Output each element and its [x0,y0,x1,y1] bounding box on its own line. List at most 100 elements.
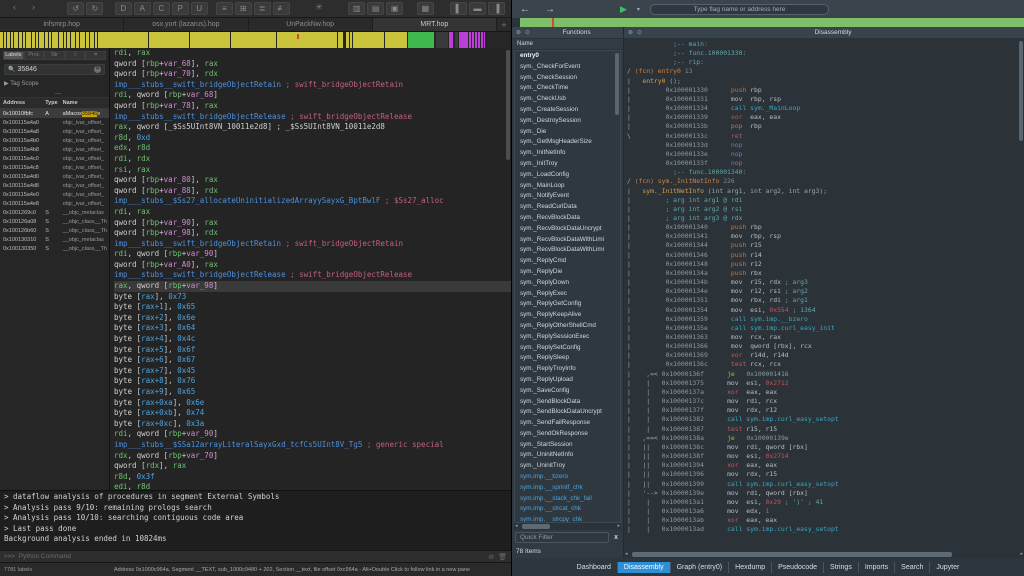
disasm-line[interactable]: byte [rax+0xc], 0x3a [114,419,511,430]
r2-disasm-line[interactable]: | || 0x100001394 xor eax, eax [624,461,1024,470]
r2-disassembly-hscrollbar[interactable]: ◂ ▸ [624,551,1024,558]
function-list-item[interactable]: sym._ReplyCmd [515,256,620,267]
functions-list[interactable]: entry0sym._CheckForEventsym._CheckSessio… [514,50,621,523]
sidebar-segment-proc[interactable]: Proc [24,51,45,60]
function-list-item[interactable]: sym.imp.__stack_chk_fail [515,494,620,505]
disasm-line[interactable]: byte [rax+9], 0x65 [114,387,511,398]
disasm-line[interactable]: qword [rbp+var_68], rax [114,59,511,70]
r2-tab-disassembly[interactable]: Disassembly [617,562,670,573]
r2-disasm-line[interactable]: 0x10000133d nop [624,141,1024,150]
col-header-type[interactable]: Type [42,98,59,109]
function-list-item[interactable]: sym._SendOkResponse [515,429,620,440]
tag-scope-disclosure[interactable]: ▶ Tag Scope [0,77,109,90]
layout-icon-1[interactable]: ▥ [348,2,365,15]
r2-disasm-line[interactable]: | | 0x100001387 test r15, r15 [624,425,1024,434]
disasm-line[interactable]: imp___stubs__$Ss27_allocateUninitialized… [114,196,511,207]
hscroll-left-icon[interactable]: ◂ [515,523,518,529]
sidebar-segment-str[interactable]: Str [44,51,65,60]
disasm-line[interactable]: rsi, rax [114,165,511,176]
r2-disasm-line[interactable]: | 0x100001354 mov esi, 0x554 ; 1364 [624,306,1024,315]
table-row[interactable]: 0x100126a08S__objc_class__Th [0,217,109,226]
r2-disasm-line[interactable]: | 0x10000134a push rbx [624,269,1024,278]
table-row[interactable]: 0x100115a4a0objc_ivar_offset_ [0,118,109,127]
r2-disasm-line[interactable]: ;-- func.100001330: [624,49,1024,58]
function-list-item[interactable]: sym._ReplyKeepAlive [515,310,620,321]
col-header-name[interactable]: Name [60,98,109,109]
function-list-item[interactable]: sym._SendBlockData [515,397,620,408]
function-list-item[interactable]: sym._CheckTime [515,83,620,94]
search-input[interactable]: 35846 [17,66,92,73]
python-command-input[interactable]: Python Command [19,553,484,560]
float-icon[interactable]: ⊙ [637,29,643,36]
disasm-line[interactable]: qword [rbp+var_88], rdx [114,186,511,197]
nav-forward-button[interactable]: › [25,2,42,15]
r2-disasm-line[interactable]: | || 0x10000138f mov esi, 0x2714 [624,452,1024,461]
hscroll-thumb[interactable] [632,552,952,557]
r2-disasm-line[interactable]: | ; arg int arg2 @ rsi [624,205,1024,214]
python-command-bar[interactable]: >>> Python Command ⊘ 🗑 [0,550,511,562]
r2-disasm-line[interactable]: | 0x100001369 xor r14d, r14d [624,351,1024,360]
r2-disasm-line[interactable]: | sym._InitNetInfo (int arg1, int arg2, … [624,187,1024,196]
hopper-tab-0[interactable]: infsmrp.hop [0,18,124,31]
disasm-line[interactable]: rax, qword [rbp+var_98] [114,281,511,292]
function-list-item[interactable]: sym._RecvBlockData [515,213,620,224]
function-list-item[interactable]: sym._ReplySessionExec [515,332,620,343]
function-list-item[interactable]: sym.imp.__strcpy_chk [515,515,620,523]
functions-column-header[interactable]: Name [512,39,623,50]
view-icon-3[interactable]: ≣ [254,2,271,15]
table-row[interactable]: 0x1001269c0S__objc_metaclas [0,208,109,217]
disasm-line[interactable]: rdi, qword [rbp+var_68] [114,90,511,101]
r2-disasm-line[interactable]: | || 0x100001399 call sym.imp.curl_easy_… [624,480,1024,489]
r2-disasm-line[interactable]: | | 0x10000137c mov rdi, rcx [624,397,1024,406]
nav-back-button[interactable]: ‹ [6,2,23,15]
r2-disasm-line[interactable]: | 0x100001348 push r12 [624,260,1024,269]
r2-disasm-line[interactable]: | 0x100001330 push rbp [624,86,1024,95]
hscroll-thumb[interactable] [522,524,550,529]
r2-disassembly-view[interactable]: ;-- main: ;-- func.100001330: ;-- rip:/ … [624,39,1024,551]
disasm-line[interactable]: imp___stubs__$SSa12arrayLiteralSayxGxd_t… [114,440,511,451]
disasm-line[interactable]: r8d, 0x3f [114,472,511,483]
functions-scrollbar[interactable] [615,53,619,115]
r2-disasm-line[interactable]: | 0x100001341 mov rbp, rsp [624,232,1024,241]
r2-disasm-line[interactable]: | ; arg int arg3 @ rdx [624,214,1024,223]
disasm-line[interactable]: imp___stubs__swift_bridgeObjectRelease ;… [114,270,511,281]
r2-disasm-line[interactable]: | | 0x10000137a xor eax, eax [624,388,1024,397]
mode-button-c[interactable]: C [153,2,170,15]
r2-disasm-line[interactable]: | 0x100001339 xor eax, eax [624,113,1024,122]
disasm-line[interactable]: byte [rax+5], 0x6f [114,345,511,356]
r2-disassembly-scrollbar[interactable] [1019,41,1023,141]
disasm-line[interactable]: rdi, rax [114,207,511,218]
disasm-line[interactable]: byte [rax+8], 0x76 [114,376,511,387]
disasm-line[interactable]: rdi, rax [114,48,511,59]
function-list-item[interactable]: sym._GetMsgHeaderSize [515,137,620,148]
disasm-line[interactable]: rdx, qword [rbp+var_70] [114,451,511,462]
disasm-line[interactable]: edx, r8d [114,143,511,154]
hscroll-right-icon[interactable]: ▸ [1020,551,1023,557]
r2-disasm-line[interactable]: | 0x10000133b pop rbp [624,122,1024,131]
r2-disasm-line[interactable]: | || 0x100001396 mov rdx, r15 [624,470,1024,479]
disasm-line[interactable]: imp___stubs__swift_bridgeObjectRelease ;… [114,112,511,123]
r2-disasm-line[interactable]: | 0x100001334 call sym._MainLoop [624,104,1024,113]
layout-icon-2[interactable]: ▤ [367,2,384,15]
panel-right-toggle[interactable]: ▐ [488,2,505,15]
table-row[interactable]: 0x100130350S__objc_class__Th [0,244,109,253]
hopper-tab-2[interactable]: UnPackNw.hop [249,18,373,31]
undo-button[interactable]: ↺ [67,2,84,15]
r2-disasm-line[interactable]: | 0x100001351 mov rbx, rdi ; arg1 [624,296,1024,305]
view-icon-1[interactable]: ≡ [216,2,233,15]
r2-tab-dashboard[interactable]: Dashboard [571,562,617,573]
r2-disasm-line[interactable]: | ,=< 0x10000136f je 0x100001416 [624,370,1024,379]
disassembly-scrollbar[interactable] [506,50,510,160]
r2-disasm-line[interactable]: | | 0x1000013a6 mov edx, 1 [624,507,1024,516]
sidebar-segment-☆[interactable]: ☆ [65,51,86,60]
panel-bottom-toggle[interactable]: ▬ [469,2,486,15]
r2-disasm-line[interactable]: | | 0x1000013ab xor eax, eax [624,516,1024,525]
r2-disasm-line[interactable]: / (fcn) entry0 13 [624,67,1024,76]
table-row[interactable]: 0x100115a4e0objc_ivar_offset_ [0,190,109,199]
hopper-tab-1[interactable]: osx.yort (lazarus).hop [124,18,248,31]
disasm-line[interactable]: qword [rbp+var_A0], rax [114,260,511,271]
disasm-line[interactable]: qword [rbp+var_78], rax [114,101,511,112]
close-icon[interactable]: ⊗ [516,29,522,36]
chevron-down-icon[interactable]: ▾ [637,6,640,13]
r2-disasm-line[interactable]: ;-- func.100001340: [624,168,1024,177]
